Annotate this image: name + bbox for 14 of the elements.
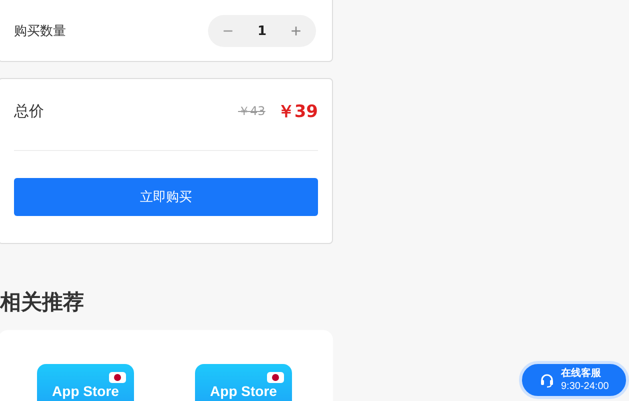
original-price: ￥43: [238, 102, 266, 120]
customer-service-button[interactable]: 在线客服 9:30-24:00: [519, 361, 629, 399]
decrement-button[interactable]: −: [216, 20, 240, 42]
flag-icon: [109, 372, 126, 383]
flag-icon: [267, 372, 284, 383]
app-thumbnail[interactable]: App Store: [195, 364, 292, 401]
headset-icon: [539, 372, 555, 388]
total-label: 总价: [14, 102, 45, 120]
quantity-label: 购买数量: [14, 23, 66, 40]
increment-button[interactable]: +: [284, 20, 308, 42]
buy-button[interactable]: 立即购买: [14, 178, 318, 216]
quantity-value: 1: [257, 24, 267, 38]
app-thumbnail[interactable]: App Store: [37, 364, 134, 401]
price: ￥39: [277, 100, 318, 122]
